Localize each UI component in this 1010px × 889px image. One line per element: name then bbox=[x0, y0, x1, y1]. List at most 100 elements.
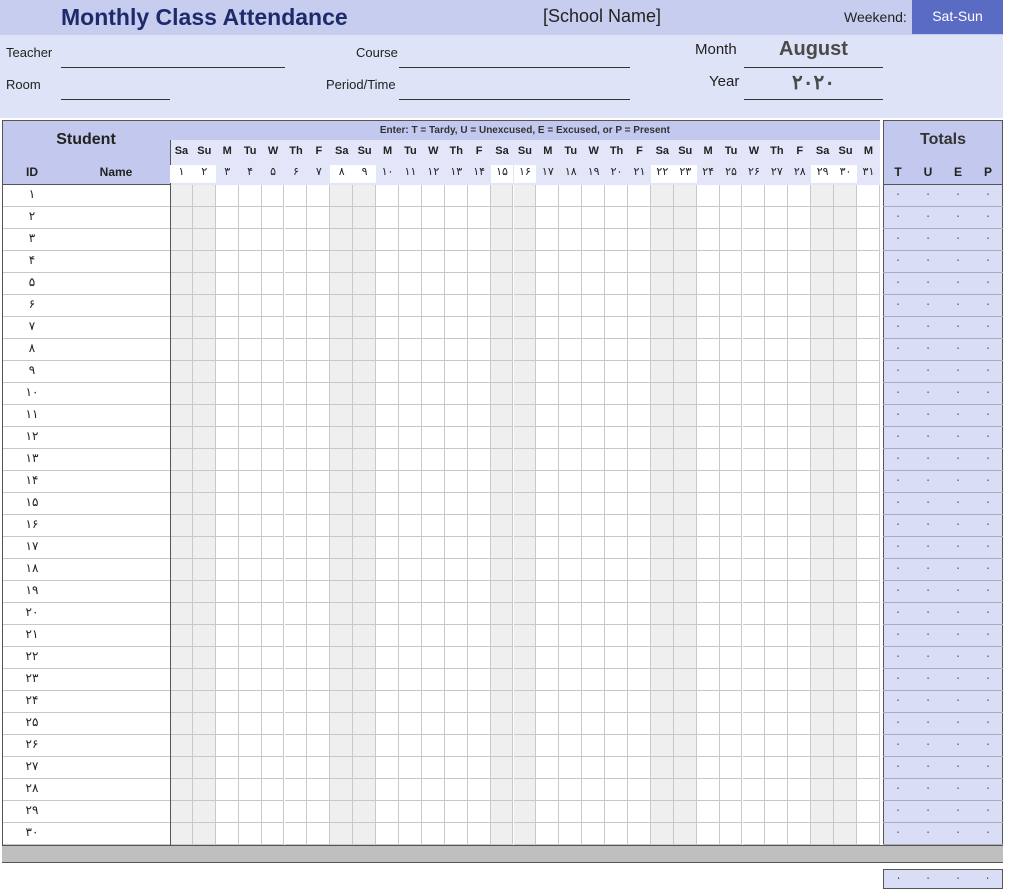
attendance-cell[interactable] bbox=[673, 493, 697, 515]
attendance-cell[interactable] bbox=[330, 515, 354, 537]
attendance-cell[interactable] bbox=[353, 757, 377, 779]
attendance-cell[interactable] bbox=[628, 691, 651, 713]
attendance-cell[interactable] bbox=[788, 471, 812, 493]
attendance-cell[interactable] bbox=[307, 515, 331, 537]
attendance-cell[interactable] bbox=[421, 559, 445, 581]
attendance-cell[interactable] bbox=[536, 471, 560, 493]
attendance-cell[interactable] bbox=[467, 669, 491, 691]
attendance-cell[interactable] bbox=[421, 273, 445, 295]
attendance-cell[interactable] bbox=[811, 625, 835, 647]
attendance-cell[interactable] bbox=[330, 361, 354, 383]
attendance-cell[interactable] bbox=[536, 669, 560, 691]
attendance-cell[interactable] bbox=[330, 471, 354, 493]
attendance-cell[interactable] bbox=[353, 735, 377, 757]
student-name-cell[interactable] bbox=[62, 669, 170, 691]
attendance-cell[interactable] bbox=[444, 295, 468, 317]
attendance-cell[interactable] bbox=[742, 691, 766, 713]
attendance-cell[interactable] bbox=[399, 735, 422, 757]
attendance-cell[interactable] bbox=[536, 713, 560, 735]
attendance-cell[interactable] bbox=[650, 273, 674, 295]
attendance-cell[interactable] bbox=[719, 493, 743, 515]
attendance-cell[interactable] bbox=[399, 295, 422, 317]
attendance-cell[interactable] bbox=[353, 603, 377, 625]
attendance-cell[interactable] bbox=[261, 713, 285, 735]
attendance-cell[interactable] bbox=[421, 295, 445, 317]
attendance-cell[interactable] bbox=[513, 449, 537, 471]
attendance-cell[interactable] bbox=[765, 273, 789, 295]
attendance-cell[interactable] bbox=[605, 449, 628, 471]
attendance-cell[interactable] bbox=[673, 713, 697, 735]
attendance-cell[interactable] bbox=[742, 647, 766, 669]
attendance-cell[interactable] bbox=[284, 735, 308, 757]
attendance-cell[interactable] bbox=[811, 647, 835, 669]
attendance-cell[interactable] bbox=[330, 603, 354, 625]
attendance-cell[interactable] bbox=[170, 669, 193, 691]
attendance-cell[interactable] bbox=[650, 669, 674, 691]
attendance-cell[interactable] bbox=[238, 625, 262, 647]
attendance-cell[interactable] bbox=[467, 691, 491, 713]
attendance-cell[interactable] bbox=[170, 537, 193, 559]
attendance-cell[interactable] bbox=[582, 757, 606, 779]
school-name-field[interactable]: [School Name] bbox=[543, 6, 661, 27]
attendance-cell[interactable] bbox=[307, 207, 331, 229]
attendance-cell[interactable] bbox=[857, 295, 880, 317]
attendance-cell[interactable] bbox=[857, 383, 880, 405]
attendance-cell[interactable] bbox=[788, 449, 812, 471]
attendance-cell[interactable] bbox=[628, 295, 651, 317]
attendance-cell[interactable] bbox=[215, 691, 239, 713]
attendance-cell[interactable] bbox=[307, 229, 331, 251]
attendance-cell[interactable] bbox=[742, 229, 766, 251]
attendance-cell[interactable] bbox=[650, 691, 674, 713]
attendance-cell[interactable] bbox=[376, 493, 399, 515]
attendance-cell[interactable] bbox=[376, 823, 399, 845]
attendance-cell[interactable] bbox=[307, 581, 331, 603]
attendance-cell[interactable] bbox=[582, 537, 606, 559]
attendance-cell[interactable] bbox=[170, 823, 193, 845]
attendance-cell[interactable] bbox=[284, 317, 308, 339]
attendance-cell[interactable] bbox=[467, 713, 491, 735]
attendance-cell[interactable] bbox=[811, 449, 835, 471]
attendance-cell[interactable] bbox=[353, 449, 377, 471]
attendance-cell[interactable] bbox=[215, 559, 239, 581]
attendance-cell[interactable] bbox=[192, 251, 216, 273]
attendance-cell[interactable] bbox=[834, 185, 857, 207]
attendance-cell[interactable] bbox=[467, 427, 491, 449]
attendance-cell[interactable] bbox=[788, 647, 812, 669]
student-name-cell[interactable] bbox=[62, 559, 170, 581]
attendance-cell[interactable] bbox=[353, 493, 377, 515]
attendance-cell[interactable] bbox=[215, 537, 239, 559]
attendance-cell[interactable] bbox=[307, 537, 331, 559]
attendance-cell[interactable] bbox=[284, 823, 308, 845]
attendance-cell[interactable] bbox=[170, 449, 193, 471]
attendance-cell[interactable] bbox=[170, 405, 193, 427]
attendance-cell[interactable] bbox=[513, 779, 537, 801]
attendance-cell[interactable] bbox=[857, 757, 880, 779]
attendance-cell[interactable] bbox=[559, 713, 583, 735]
attendance-cell[interactable] bbox=[742, 405, 766, 427]
attendance-cell[interactable] bbox=[490, 295, 514, 317]
attendance-cell[interactable] bbox=[605, 559, 628, 581]
attendance-cell[interactable] bbox=[628, 823, 651, 845]
attendance-cell[interactable] bbox=[421, 735, 445, 757]
attendance-cell[interactable] bbox=[513, 647, 537, 669]
attendance-cell[interactable] bbox=[513, 273, 537, 295]
attendance-cell[interactable] bbox=[444, 823, 468, 845]
attendance-cell[interactable] bbox=[536, 603, 560, 625]
attendance-cell[interactable] bbox=[467, 625, 491, 647]
attendance-cell[interactable] bbox=[238, 361, 262, 383]
attendance-cell[interactable] bbox=[421, 603, 445, 625]
attendance-cell[interactable] bbox=[650, 735, 674, 757]
attendance-cell[interactable] bbox=[170, 229, 193, 251]
attendance-cell[interactable] bbox=[857, 515, 880, 537]
attendance-cell[interactable] bbox=[261, 185, 285, 207]
attendance-cell[interactable] bbox=[696, 669, 720, 691]
attendance-cell[interactable] bbox=[353, 647, 377, 669]
attendance-cell[interactable] bbox=[559, 779, 583, 801]
attendance-cell[interactable] bbox=[513, 625, 537, 647]
attendance-cell[interactable] bbox=[673, 647, 697, 669]
attendance-cell[interactable] bbox=[742, 471, 766, 493]
attendance-cell[interactable] bbox=[307, 735, 331, 757]
student-name-cell[interactable] bbox=[62, 625, 170, 647]
attendance-cell[interactable] bbox=[467, 779, 491, 801]
attendance-cell[interactable] bbox=[444, 691, 468, 713]
